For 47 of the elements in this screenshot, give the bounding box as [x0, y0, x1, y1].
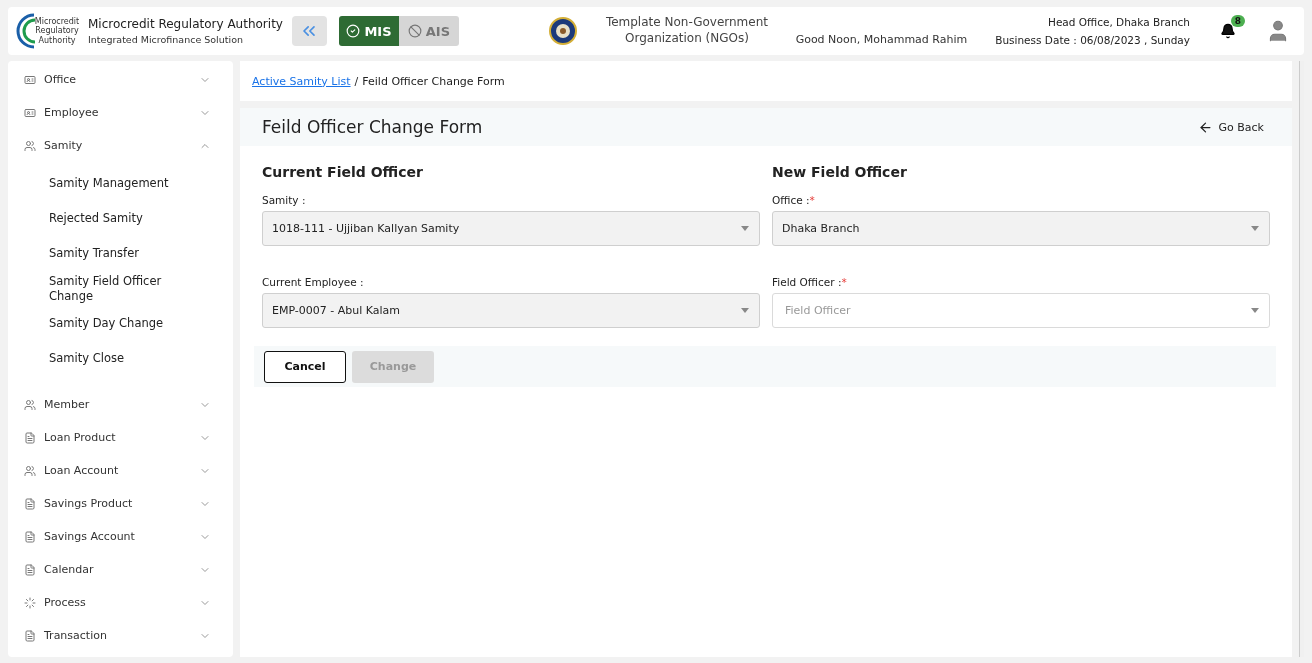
sidebar-item[interactable]: Process: [24, 586, 233, 619]
collapse-sidebar-button[interactable]: [291, 16, 327, 46]
sidebar-item[interactable]: Calendar: [24, 553, 233, 586]
go-back-button[interactable]: Go Back: [1191, 118, 1270, 136]
sidebar-item[interactable]: Employee: [24, 96, 233, 129]
office-name: Head Office, Dhaka Branch: [1048, 16, 1190, 28]
ban-icon: [407, 24, 422, 38]
submenu-item[interactable]: Samity Day Change: [49, 306, 179, 341]
notification-icon[interactable]: [1220, 23, 1236, 39]
sidebar-item[interactable]: Member: [24, 388, 233, 421]
breadcrumb-link[interactable]: Active Samity List: [252, 74, 351, 88]
sidebar-item[interactable]: Loan Product: [24, 421, 233, 454]
breadcrumb-separator: /: [354, 74, 359, 88]
field-label: Current Employee :: [262, 276, 365, 288]
submenu-item[interactable]: Samity Close: [49, 341, 179, 376]
form-title: Feild Officer Change Form: [262, 117, 484, 137]
seal-icon: [548, 17, 577, 45]
caret-icon: [741, 308, 749, 313]
field-label: Field Officer :*: [772, 276, 848, 288]
caret-icon: [1251, 308, 1259, 313]
org-title: Microcredit Regulatory Authority: [88, 17, 283, 31]
sidebar-item[interactable]: Loan Account: [24, 454, 233, 487]
business-date: Business Date : 06/08/2023 , Sunday: [995, 34, 1190, 46]
submenu-item[interactable]: Samity Field Officer Change: [49, 271, 179, 306]
notification-count: 8: [1230, 15, 1245, 27]
logo: Microcredit Regulatory Authority: [14, 11, 82, 51]
submenu-item[interactable]: Samity Management: [49, 166, 179, 201]
caret-icon: [1251, 226, 1259, 231]
sidebar-item[interactable]: Office: [24, 63, 233, 96]
submenu-item[interactable]: Samity Transfer: [49, 236, 179, 271]
section-heading: New Field Officer: [772, 164, 908, 180]
sidebar-item[interactable]: Savings Account: [24, 520, 233, 553]
module-toggle[interactable]: MIS: [338, 16, 399, 46]
check-icon: [346, 24, 361, 38]
sidebar-item[interactable]: Samity: [24, 129, 233, 162]
section-heading: Current Field Officer: [262, 164, 424, 180]
field-label: Samity :: [262, 194, 307, 206]
caret-icon: [741, 226, 749, 231]
greeting-text: Good Noon, Mohammad Rahim: [795, 33, 968, 46]
sidebar-item[interactable]: Savings Product: [24, 487, 233, 520]
breadcrumb-current: Feild Officer Change Form: [362, 74, 505, 88]
sidebar-item[interactable]: Transaction: [24, 619, 233, 652]
field-label: Office :*: [772, 194, 816, 206]
org-subtitle: Integrated Microfinance Solution: [88, 34, 244, 45]
submenu-item[interactable]: Rejected Samity: [49, 201, 179, 236]
organization-name: Template Non-Government Organization (NGOs): [604, 15, 769, 47]
form-button[interactable]: Cancel: [264, 350, 346, 383]
